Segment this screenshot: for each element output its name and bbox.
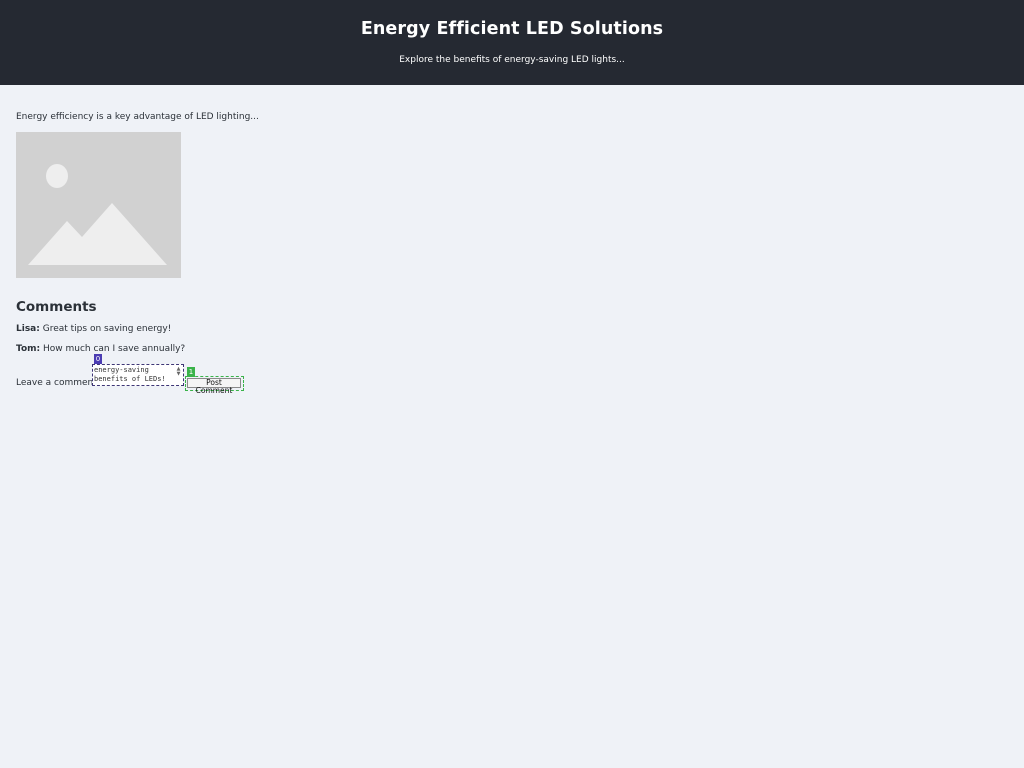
comment-item: Tom: How much can I save annually? — [16, 344, 185, 354]
comment-textarea[interactable]: energy-saving benefits of LEDs! — [94, 366, 176, 385]
comment-text: How much can I save annually? — [42, 344, 186, 354]
site-header: Energy Efficient LED Solutions Explore t… — [0, 0, 1024, 85]
comment-text: Great tips on saving energy! — [42, 324, 172, 334]
comment-author: Lisa: — [16, 324, 40, 334]
image-placeholder-icon — [16, 132, 181, 278]
post-comment-button[interactable]: Post Comment — [187, 378, 241, 395]
comments-heading: Comments — [16, 299, 97, 315]
comment-textarea-wrapper[interactable]: energy-saving benefits of LEDs! ▲ ▼ — [92, 364, 184, 386]
textarea-scroll-arrows-icon[interactable]: ▲ ▼ — [176, 367, 181, 381]
comment-author: Tom: — [16, 344, 41, 354]
post-comment-wrapper: Post Comment — [185, 376, 244, 395]
intro-text: Energy efficiency is a key advantage of … — [16, 112, 259, 122]
comment-item: Lisa: Great tips on saving energy! — [16, 324, 171, 334]
page-subtitle: Explore the benefits of energy-saving LE… — [399, 55, 625, 65]
comment-form-label: Leave a comment: — [16, 378, 100, 388]
image-placeholder — [16, 132, 181, 278]
element-marker-0: 0 — [94, 354, 102, 364]
page-title: Energy Efficient LED Solutions — [360, 19, 664, 39]
